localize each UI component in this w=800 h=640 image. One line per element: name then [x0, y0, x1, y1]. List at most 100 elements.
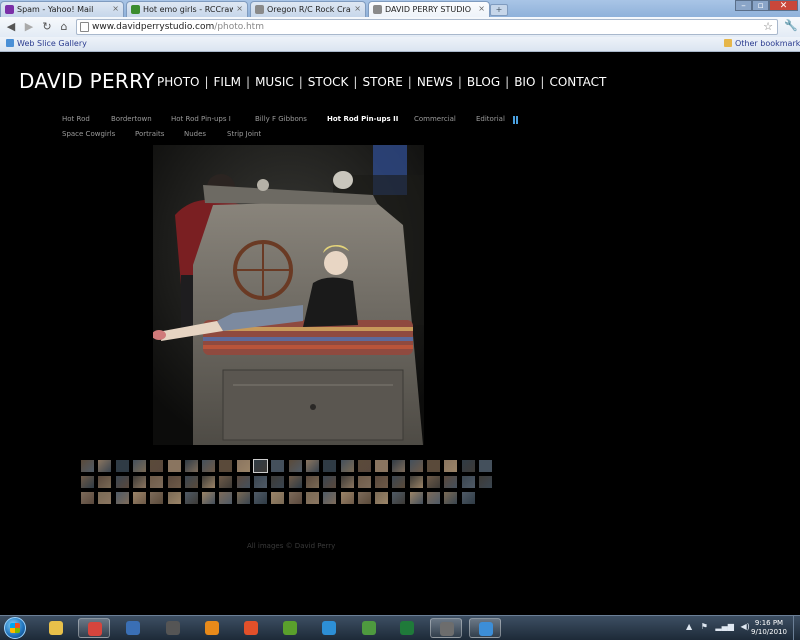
thumbnail[interactable] — [409, 476, 423, 488]
browser-tab[interactable]: Oregon R/C Rock Crawle...× — [250, 1, 366, 17]
thumbnail[interactable] — [323, 492, 337, 504]
thumbnail[interactable] — [357, 476, 371, 488]
bookmark-star-icon[interactable]: ☆ — [763, 20, 773, 33]
nav-link-music[interactable]: MUSIC — [255, 75, 294, 89]
thumbnail[interactable] — [236, 492, 250, 504]
thumbnail[interactable] — [184, 476, 198, 488]
thumbnail[interactable] — [323, 460, 337, 472]
taskbar-app-button[interactable] — [430, 618, 462, 638]
gallery-link[interactable]: Space Cowgirls — [62, 130, 115, 138]
browser-tab[interactable]: Hot emo girls - RCCrawle...× — [126, 1, 248, 17]
gallery-link[interactable]: Hot Rod — [62, 115, 90, 123]
tab-close-icon[interactable]: × — [354, 4, 361, 13]
maximize-button[interactable]: ▫ — [752, 0, 769, 11]
taskbar-app-button[interactable] — [353, 618, 385, 638]
taskbar-app-button[interactable] — [157, 618, 189, 638]
home-icon[interactable]: ⌂ — [57, 20, 71, 34]
thumbnail[interactable] — [357, 492, 371, 504]
thumbnail[interactable] — [115, 492, 129, 504]
thumbnail[interactable] — [375, 476, 389, 488]
taskbar-app-button[interactable] — [391, 618, 423, 638]
gallery-link[interactable]: Strip Joint — [227, 130, 261, 138]
thumbnail[interactable] — [132, 492, 146, 504]
thumbnail[interactable] — [409, 492, 423, 504]
nav-link-news[interactable]: NEWS — [417, 75, 453, 89]
thumbnail[interactable] — [444, 492, 458, 504]
thumbnail[interactable] — [167, 460, 181, 472]
thumbnail[interactable] — [202, 460, 216, 472]
thumbnail[interactable] — [81, 460, 94, 472]
thumbnail[interactable] — [340, 492, 354, 504]
other-bookmarks-folder[interactable]: Other bookmarks — [724, 39, 800, 48]
thumbnail[interactable] — [305, 476, 319, 488]
address-bar[interactable]: www.davidperrystudio.com/photo.htm ☆ — [76, 19, 778, 35]
taskbar-app-button[interactable] — [235, 618, 267, 638]
show-desktop-button[interactable] — [793, 616, 800, 640]
thumbnail[interactable] — [392, 492, 406, 504]
thumbnail[interactable] — [253, 459, 268, 473]
thumbnail[interactable] — [444, 460, 458, 472]
thumbnail[interactable] — [236, 476, 250, 488]
thumbnail[interactable] — [236, 460, 250, 472]
gallery-link[interactable]: Portraits — [135, 130, 164, 138]
gallery-link[interactable]: Hot Rod Pin-ups I — [171, 115, 231, 123]
thumbnail[interactable] — [254, 492, 267, 504]
thumbnail[interactable] — [461, 476, 475, 488]
thumbnail[interactable] — [132, 476, 146, 488]
thumbnail[interactable] — [219, 476, 233, 488]
close-window-button[interactable]: ✕ — [769, 0, 798, 11]
thumbnail[interactable] — [305, 492, 319, 504]
tray-expand-icon[interactable]: ▲ — [686, 622, 692, 631]
tab-close-icon[interactable]: × — [112, 4, 119, 13]
taskbar-app-button[interactable] — [469, 618, 501, 638]
thumbnail[interactable] — [254, 476, 267, 488]
thumbnail[interactable] — [98, 492, 112, 504]
thumbnail[interactable] — [340, 460, 354, 472]
gallery-link[interactable]: Nudes — [184, 130, 206, 138]
new-tab-button[interactable]: + — [490, 4, 508, 16]
thumbnail[interactable] — [288, 476, 302, 488]
thumbnail[interactable] — [375, 460, 389, 472]
thumbnail[interactable] — [392, 476, 406, 488]
browser-tab[interactable]: DAVID PERRY STUDIO × — [368, 1, 490, 17]
thumbnail[interactable] — [461, 492, 475, 504]
thumbnail[interactable] — [202, 492, 216, 504]
forward-arrow-icon[interactable]: ▶ — [22, 20, 36, 34]
thumbnail[interactable] — [115, 476, 129, 488]
nav-link-contact[interactable]: CONTACT — [549, 75, 606, 89]
thumbnail[interactable] — [271, 476, 285, 488]
thumbnail[interactable] — [202, 476, 216, 488]
thumbnail[interactable] — [409, 460, 423, 472]
thumbnail[interactable] — [478, 476, 492, 488]
nav-link-bio[interactable]: BIO — [514, 75, 535, 89]
thumbnail[interactable] — [150, 460, 164, 472]
thumbnail[interactable] — [427, 492, 440, 504]
thumbnail[interactable] — [98, 476, 112, 488]
thumbnail[interactable] — [444, 476, 458, 488]
thumbnail[interactable] — [167, 492, 181, 504]
gallery-link[interactable]: Hot Rod Pin-ups II — [327, 115, 398, 123]
nav-link-store[interactable]: STORE — [362, 75, 402, 89]
thumbnail[interactable] — [288, 460, 302, 472]
thumbnail[interactable] — [375, 492, 389, 504]
thumbnail[interactable] — [81, 476, 94, 488]
clock[interactable]: 9:16 PM 9/10/2010 — [748, 619, 790, 637]
thumbnail[interactable] — [271, 492, 285, 504]
thumbnail[interactable] — [271, 460, 285, 472]
action-center-flag-icon[interactable]: ⚑ — [701, 622, 708, 631]
pause-slideshow-icon[interactable] — [513, 116, 518, 124]
taskbar-app-button[interactable] — [196, 618, 228, 638]
network-signal-icon[interactable]: ▂▄▆ — [715, 622, 733, 631]
thumbnail[interactable] — [184, 492, 198, 504]
gallery-link[interactable]: Commercial — [414, 115, 456, 123]
nav-link-photo[interactable]: PHOTO — [157, 75, 199, 89]
nav-link-film[interactable]: FILM — [214, 75, 241, 89]
thumbnail[interactable] — [392, 460, 406, 472]
wrench-menu-icon[interactable]: 🔧 — [784, 19, 798, 32]
thumbnail[interactable] — [132, 460, 146, 472]
gallery-link[interactable]: Bordertown — [111, 115, 152, 123]
browser-tab[interactable]: Spam - Yahoo! Mail × — [0, 1, 124, 17]
back-arrow-icon[interactable]: ◀ — [4, 20, 18, 34]
thumbnail[interactable] — [427, 460, 440, 472]
taskbar-app-button[interactable] — [117, 618, 149, 638]
